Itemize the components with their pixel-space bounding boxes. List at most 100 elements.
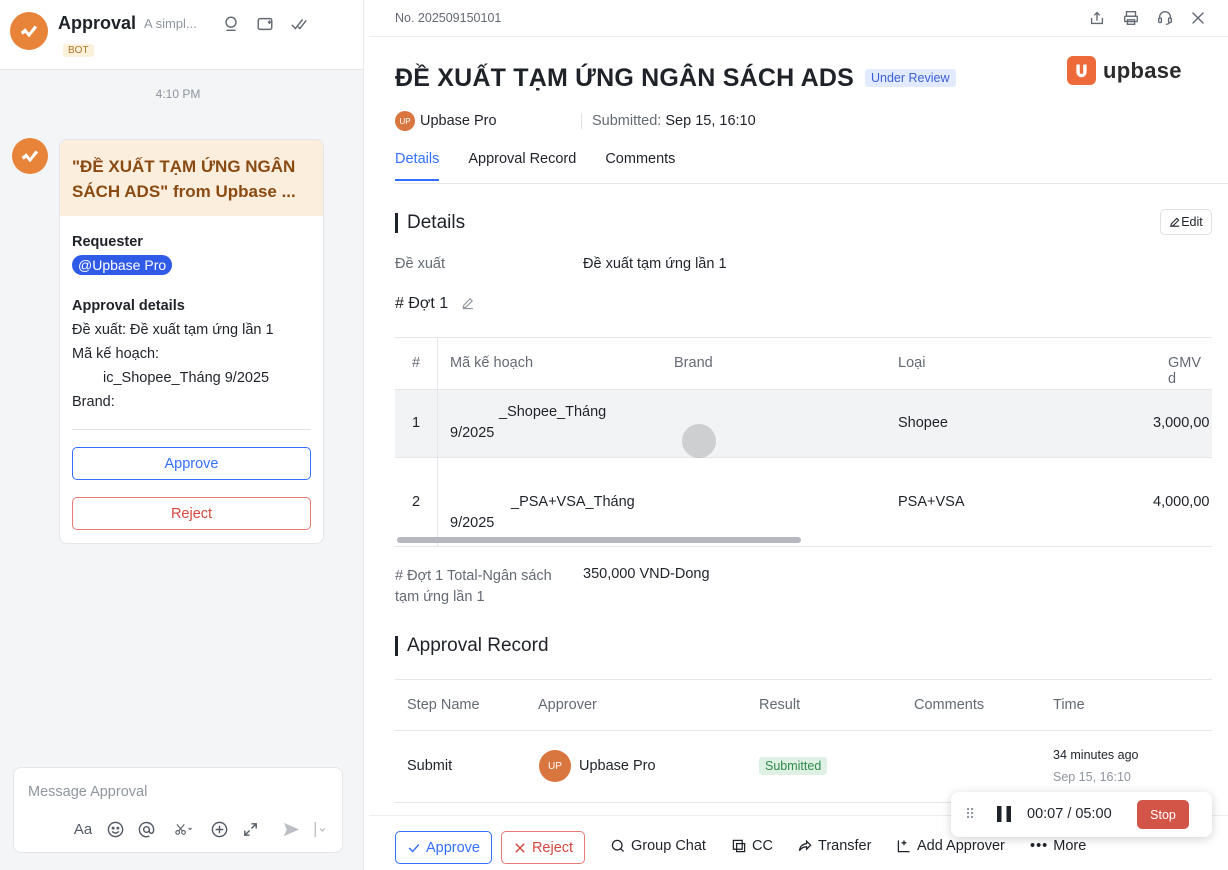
round-label: # Đợt 1 — [395, 295, 449, 312]
table-row-2-code-cont: 9/2025 — [450, 515, 495, 531]
tab-approval-record[interactable]: Approval Record — [468, 151, 576, 181]
edit-label: Edit — [1181, 215, 1203, 229]
message-bot-avatar[interactable] — [12, 138, 48, 174]
support-icon[interactable] — [1155, 8, 1175, 28]
screenshot-icon[interactable] — [168, 818, 198, 840]
requester-name[interactable]: Upbase Pro — [420, 113, 497, 129]
table-header-type: Loại — [898, 355, 926, 371]
record-header-divider — [395, 730, 1212, 731]
upbase-logo-icon — [1067, 56, 1096, 85]
record-header-step: Step Name — [407, 697, 480, 713]
group-chat-icon — [611, 839, 625, 853]
expand-icon[interactable] — [239, 818, 261, 840]
edit-button[interactable]: Edit — [1160, 209, 1212, 235]
reject-button[interactable]: Reject — [501, 831, 585, 864]
card-approve-button[interactable]: Approve — [72, 447, 311, 480]
bot-tag: BOT — [63, 44, 94, 57]
new-window-icon[interactable] — [255, 14, 275, 34]
details-heading: Details — [395, 213, 465, 233]
approval-details-label: Approval details — [72, 298, 185, 314]
approval-bot-icon — [20, 25, 38, 38]
mark-done-icon[interactable] — [289, 14, 309, 34]
document-number: No. 202509150101 — [395, 11, 502, 25]
emoji-icon[interactable] — [104, 818, 126, 840]
pause-icon[interactable] — [995, 805, 1013, 823]
transfer-button[interactable]: Transfer — [797, 838, 871, 854]
table-row-hover — [395, 389, 1212, 457]
status-badge: Under Review — [865, 69, 956, 87]
detail-tabs: Details Approval Record Comments — [395, 151, 704, 181]
approval-record-heading: Approval Record — [395, 636, 549, 656]
add-icon[interactable] — [208, 818, 230, 840]
close-icon[interactable] — [1188, 8, 1208, 28]
approval-detail-pane: No. 202509150101 ĐỀ XUẤT TẠM ỨNG NGÂN SÁ… — [369, 0, 1228, 870]
table-row-divider — [395, 457, 1212, 458]
group-chat-button[interactable]: Group Chat — [610, 838, 706, 854]
top-divider — [369, 36, 1228, 37]
approval-card: "ĐỀ XUẤT TẠM ỨNG NGÂN SÁCH ADS" from Upb… — [59, 139, 324, 544]
bot-avatar[interactable] — [10, 12, 48, 50]
transfer-icon — [798, 839, 812, 852]
record-header-result: Result — [759, 697, 801, 713]
submitted-label: Submitted: — [592, 113, 662, 129]
share-icon[interactable] — [1087, 8, 1107, 28]
record-time-absolute: Sep 15, 16:10 — [1053, 770, 1131, 784]
cc-label: CC — [752, 838, 773, 854]
table-row-1-type: Shopee — [898, 415, 948, 431]
detail-line-plan-code: ic_Shopee_Tháng 9/2025 — [103, 370, 270, 386]
detail-line-proposal: Đề xuất: Đề xuất tạm ứng lần 1 — [72, 322, 274, 338]
stop-recording-button[interactable]: Stop — [1137, 800, 1189, 829]
submitted-info: Submitted: Sep 15, 16:10 — [592, 113, 756, 129]
table-header-brand: Brand — [674, 355, 713, 371]
message-input[interactable]: Message Approval — [28, 784, 147, 800]
pencil-icon[interactable] — [461, 296, 475, 310]
check-icon — [408, 843, 420, 853]
tab-comments[interactable]: Comments — [605, 151, 675, 181]
approve-label: Approve — [425, 839, 480, 856]
approve-button[interactable]: Approve — [395, 831, 492, 864]
record-header-approver: Approver — [538, 697, 597, 713]
cc-button[interactable]: CC — [731, 838, 773, 854]
table-row-1-code: _Shopee_Tháng — [499, 404, 607, 420]
detail-line-plan-code-label: Mã kế hoạch: — [72, 346, 160, 362]
record-time-relative: 34 minutes ago — [1053, 748, 1139, 762]
add-approver-icon — [897, 840, 910, 853]
mention-icon[interactable] — [135, 818, 157, 840]
card-reject-button[interactable]: Reject — [72, 497, 311, 530]
proposal-label: Đề xuất — [395, 256, 445, 272]
send-icon[interactable] — [280, 818, 302, 840]
requester-mention[interactable]: @Upbase Pro — [72, 255, 173, 275]
text-format-icon[interactable]: Aa — [72, 818, 94, 840]
approver-name[interactable]: Upbase Pro — [579, 758, 656, 774]
message-composer[interactable]: Message Approval Aa — [13, 767, 343, 853]
upbase-logo-text: upbase — [1103, 57, 1182, 83]
table-column-divider — [437, 338, 438, 546]
more-icon: ••• — [1030, 838, 1049, 854]
requester-avatar[interactable]: UP — [395, 111, 415, 131]
proposal-value: Đề xuất tạm ứng lần 1 — [583, 256, 727, 272]
card-divider — [72, 429, 311, 430]
submitted-value: Sep 15, 16:10 — [665, 113, 756, 129]
table-row-1-code-cont: 9/2025 — [450, 425, 495, 441]
table-header-divider — [395, 389, 1212, 390]
card-title: "ĐỀ XUẤT TẠM ỨNG NGÂN SÁCH ADS" from Upb… — [60, 140, 323, 216]
approver-avatar[interactable]: UP — [539, 750, 571, 782]
record-step-name: Submit — [407, 758, 453, 774]
tab-details[interactable]: Details — [395, 151, 440, 181]
transfer-label: Transfer — [818, 838, 872, 854]
chat-subtitle: A simpl... — [144, 16, 197, 31]
send-options-chevron-icon[interactable] — [314, 818, 326, 840]
cc-icon — [732, 839, 746, 853]
table-row-2-code: _PSA+VSA_Tháng — [511, 494, 635, 510]
recording-time: 00:07 / 05:00 — [1027, 806, 1112, 822]
upbase-logo: upbase — [1067, 56, 1182, 85]
drag-handle-icon[interactable]: ⠿ — [965, 806, 975, 823]
more-button[interactable]: ••• More — [1030, 838, 1086, 854]
reject-label: Reject — [531, 839, 574, 856]
round-table: # Mã kế hoạch Brand Loại GMV d 1 _Shopee… — [395, 337, 1212, 547]
search-icon[interactable] — [221, 14, 241, 34]
table-horizontal-scrollbar[interactable] — [397, 537, 801, 543]
add-approver-button[interactable]: Add Approver — [896, 838, 1005, 854]
print-icon[interactable] — [1121, 8, 1141, 28]
message-time: 4:10 PM — [155, 87, 201, 101]
